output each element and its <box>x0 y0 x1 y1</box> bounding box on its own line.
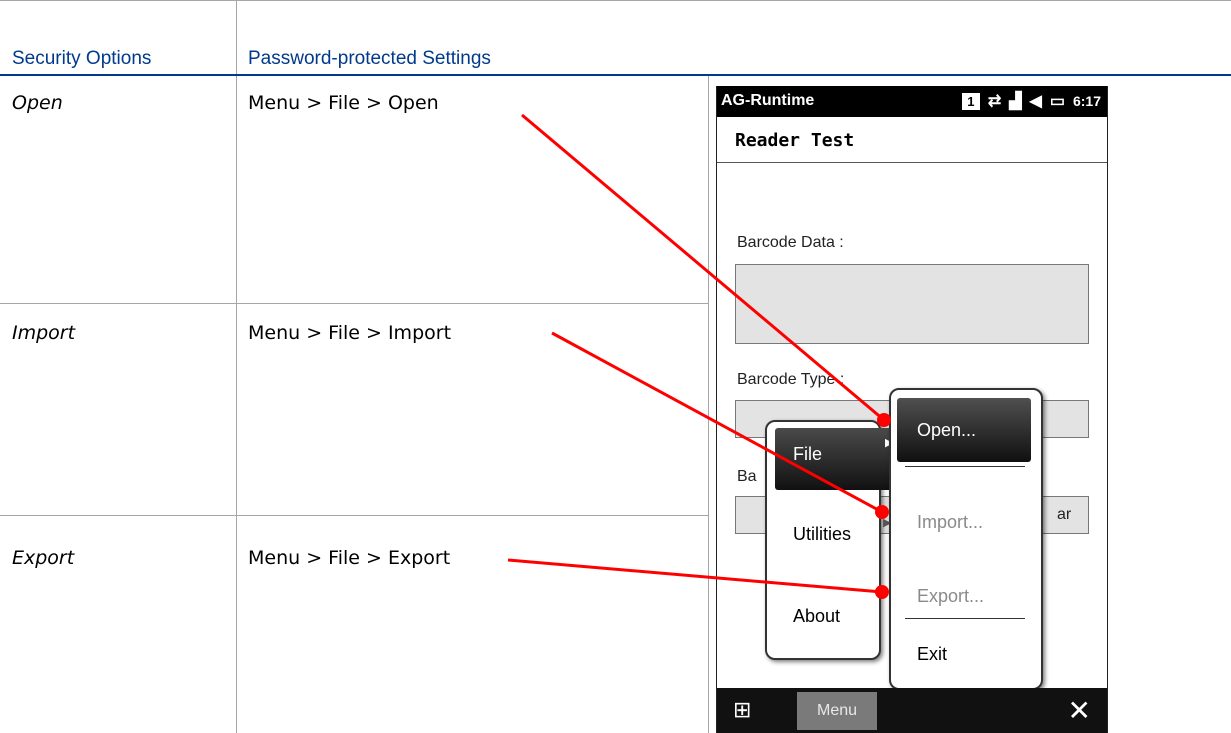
callout-line-export <box>507 558 883 594</box>
callout-line-open <box>521 113 885 422</box>
callout-dot-export <box>875 585 889 599</box>
callout-dot-open <box>877 413 891 427</box>
callout-dot-import <box>875 505 889 519</box>
callout-layer <box>507 113 891 599</box>
callout-line-import <box>551 331 883 514</box>
